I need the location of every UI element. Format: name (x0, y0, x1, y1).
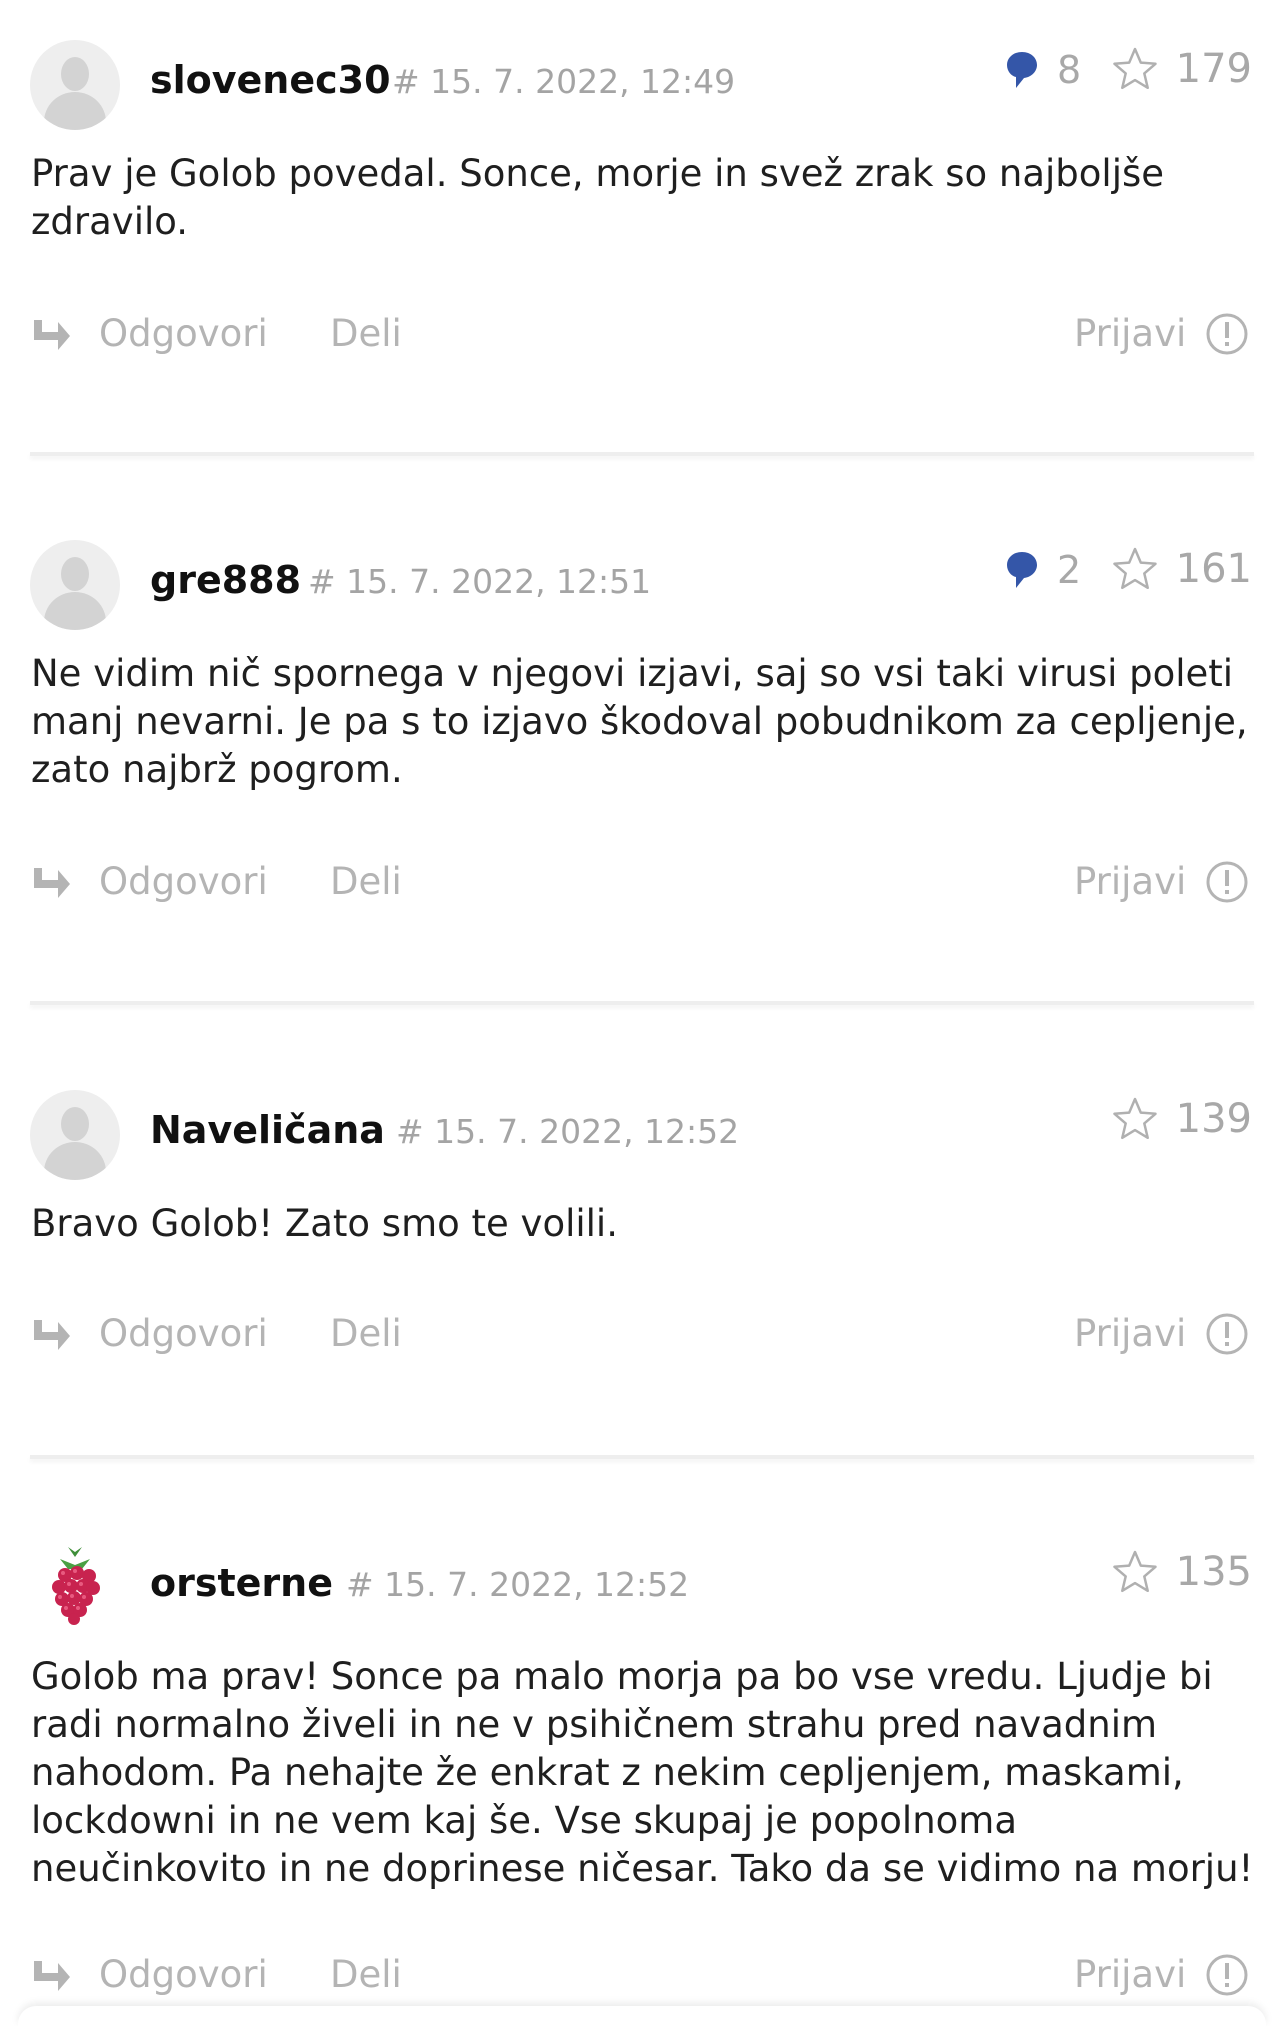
comment-text: Prav je Golob povedal. Sonce, morje in s… (31, 152, 1165, 243)
comment-actions: Odgovori Deli Prijavi (0, 1953, 1284, 2013)
reply-count-value: 8 (1057, 48, 1082, 92)
reply-arrow-icon[interactable] (30, 1318, 72, 1358)
like-count[interactable]: 139 (1112, 1096, 1252, 1142)
speech-bubble-icon (1005, 550, 1039, 590)
like-count-value: 161 (1175, 546, 1252, 592)
comment-username[interactable]: orsterne (150, 1561, 333, 1605)
share-button[interactable]: Deli (330, 1312, 402, 1355)
star-icon[interactable] (1112, 1549, 1158, 1595)
comment-text: Golob ma prav! Sonce pa malo morja pa bo… (31, 1655, 1254, 1890)
report-button[interactable]: Prijavi (1074, 312, 1186, 355)
like-count-value: 135 (1175, 1549, 1252, 1595)
reply-count[interactable]: 2 (1005, 548, 1081, 592)
default-avatar-icon[interactable] (30, 40, 120, 130)
divider (30, 1455, 1254, 1459)
star-icon[interactable] (1112, 546, 1158, 592)
comment-actions: Odgovori Deli Prijavi (0, 312, 1284, 372)
like-count[interactable]: 135 (1112, 1549, 1252, 1595)
comment-datetime[interactable]: # 15. 7. 2022, 12:52 (396, 1112, 739, 1151)
like-count[interactable]: 161 (1112, 546, 1252, 592)
like-count-value: 139 (1175, 1096, 1252, 1142)
share-button[interactable]: Deli (330, 1953, 402, 1996)
report-button[interactable]: Prijavi (1074, 1312, 1186, 1355)
reply-button[interactable]: Odgovori (99, 1312, 268, 1355)
exclamation-circle-icon[interactable] (1205, 312, 1249, 356)
comment-username[interactable]: Naveličana (150, 1108, 385, 1152)
reply-button[interactable]: Odgovori (99, 1953, 268, 1996)
reply-count-value: 2 (1057, 548, 1082, 592)
comment-username[interactable]: slovenec30 (150, 58, 391, 102)
raspberry-avatar-icon[interactable] (30, 1543, 120, 1633)
share-button[interactable]: Deli (330, 860, 402, 903)
like-count[interactable]: 179 (1112, 46, 1252, 92)
share-button[interactable]: Deli (330, 312, 402, 355)
report-button[interactable]: Prijavi (1074, 1953, 1186, 1996)
reply-button[interactable]: Odgovori (99, 312, 268, 355)
divider (30, 452, 1254, 456)
comment-username[interactable]: gre888 (150, 558, 301, 602)
reply-button[interactable]: Odgovori (99, 860, 268, 903)
comment-actions: Odgovori Deli Prijavi (0, 860, 1284, 920)
default-avatar-icon[interactable] (30, 540, 120, 630)
star-icon[interactable] (1112, 1096, 1158, 1142)
report-button[interactable]: Prijavi (1074, 860, 1186, 903)
like-count-value: 179 (1175, 46, 1252, 92)
bottom-sheet-edge (18, 2006, 1266, 2026)
default-avatar-icon[interactable] (30, 1090, 120, 1180)
comment-datetime[interactable]: # 15. 7. 2022, 12:52 (346, 1565, 689, 1604)
comment-text: Ne vidim nič spornega v njegovi izjavi, … (31, 652, 1248, 791)
reply-arrow-icon[interactable] (30, 1959, 72, 1999)
comment-actions: Odgovori Deli Prijavi (0, 1312, 1284, 1372)
reply-count[interactable]: 8 (1005, 48, 1081, 92)
reply-arrow-icon[interactable] (30, 866, 72, 906)
comment-datetime[interactable]: # 15. 7. 2022, 12:51 (308, 562, 651, 601)
exclamation-circle-icon[interactable] (1205, 860, 1249, 904)
comment-datetime[interactable]: # 15. 7. 2022, 12:49 (392, 62, 735, 101)
star-icon[interactable] (1112, 46, 1158, 92)
divider (30, 1001, 1254, 1005)
exclamation-circle-icon[interactable] (1205, 1953, 1249, 1997)
speech-bubble-icon (1005, 50, 1039, 90)
comment-text: Bravo Golob! Zato smo te volili. (31, 1202, 618, 1245)
reply-arrow-icon[interactable] (30, 318, 72, 358)
exclamation-circle-icon[interactable] (1205, 1312, 1249, 1356)
